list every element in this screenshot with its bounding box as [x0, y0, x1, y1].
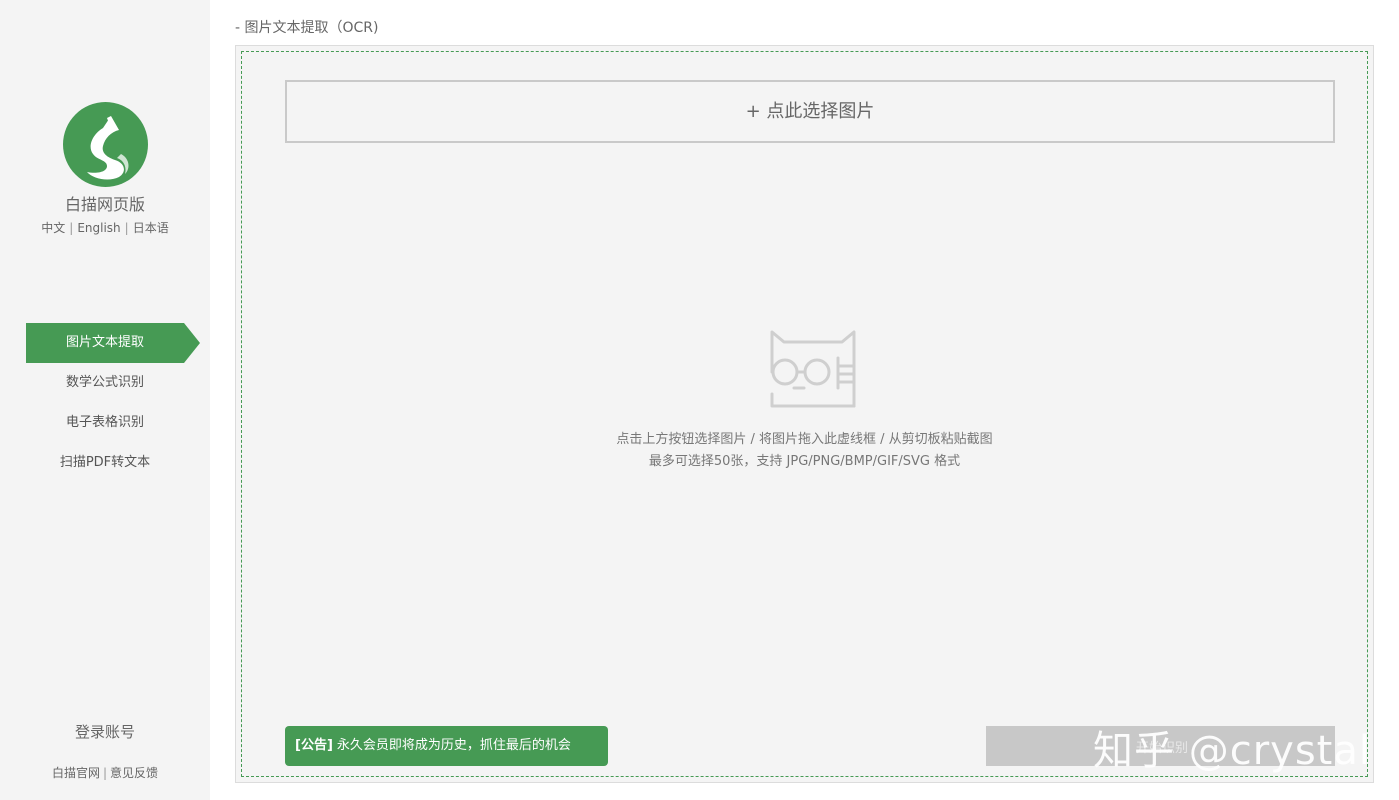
- start-recognition-button[interactable]: 开始识别 知乎 @crystal: [986, 726, 1370, 774]
- cat-with-glasses-icon: [770, 330, 856, 408]
- nav-item-label: 图片文本提取: [65, 335, 144, 350]
- lang-english[interactable]: English: [77, 221, 120, 235]
- announcement-tag: [公告]: [295, 738, 333, 753]
- nav-item-spreadsheet[interactable]: 电子表格识别: [26, 403, 184, 443]
- page-title: - 图片文本提取（OCR): [235, 20, 379, 36]
- nav-item-image-ocr[interactable]: 图片文本提取: [26, 323, 200, 363]
- login-link[interactable]: 登录账号: [0, 721, 210, 742]
- nav-item-label: 数学公式识别: [65, 375, 144, 390]
- announcement-banner[interactable]: [公告] 永久会员即将成为历史，抓住最后的机会: [285, 726, 608, 766]
- nav-item-math-formula[interactable]: 数学公式识别: [26, 363, 184, 403]
- nav-item-label: 电子表格识别: [65, 415, 144, 430]
- image-drop-zone[interactable]: + 点此选择图片 点击上方按钮选择图片 / 将图片拖入此虚线框 / 从剪切板粘贴…: [241, 51, 1370, 777]
- active-arrow-icon: [184, 323, 200, 363]
- lang-chinese[interactable]: 中文: [41, 221, 65, 235]
- footer-links: 白描官网 | 意见反馈: [51, 766, 159, 780]
- hint-text-line2: 最多可选择50张，支持 JPG/PNG/BMP/GIF/SVG 格式: [648, 454, 961, 469]
- announcement-text: 永久会员即将成为历史，抓住最后的机会: [336, 738, 571, 753]
- hint-text-line1: 点击上方按钮选择图片 / 将图片拖入此虚线框 / 从剪切板粘贴截图: [616, 432, 993, 447]
- sidebar: 白描网页版 中文 | English | 日本语 图片文本提取 数学公式识别 电子表格识…: [0, 0, 210, 800]
- lang-japanese[interactable]: 日本语: [133, 221, 169, 235]
- zhihu-watermark: 知乎 @crystal: [1093, 728, 1371, 774]
- workspace: + 点此选择图片 点击上方按钮选择图片 / 将图片拖入此虚线框 / 从剪切板粘贴…: [235, 45, 1374, 783]
- nav-item-pdf-to-text[interactable]: 扫描PDF转文本: [26, 443, 184, 483]
- nav-item-label: 扫描PDF转文本: [59, 455, 151, 470]
- app-name: 白描网页版: [64, 195, 145, 214]
- app-logo-icon: [63, 102, 148, 187]
- official-site-link[interactable]: 白描官网: [52, 766, 100, 780]
- sidebar-nav: 图片文本提取 数学公式识别 电子表格识别 扫描PDF转文本: [26, 323, 200, 483]
- language-switcher: 中文 | English | 日本语: [41, 221, 169, 235]
- feedback-link[interactable]: 意见反馈: [110, 766, 158, 780]
- select-image-button[interactable]: + 点此选择图片: [285, 80, 1335, 143]
